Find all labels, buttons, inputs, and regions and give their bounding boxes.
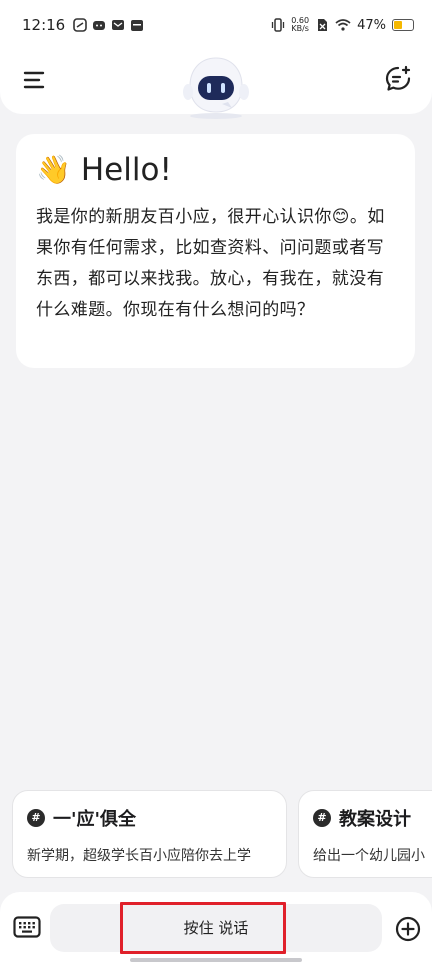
network-speed-unit: KB/s: [291, 24, 309, 33]
suggestion-title: # 教案设计: [313, 805, 432, 831]
mail-icon: [112, 20, 125, 30]
suggestion-title-text: 一'应'俱全: [53, 809, 137, 830]
greeting-message: 我是你的新朋友百小应，很开心认识你😊。如果你有任何需求，比如查资料、问问题或者写…: [36, 207, 385, 320]
greeting-title: 👋 Hello!: [36, 150, 397, 190]
wifi-icon: [335, 19, 351, 31]
greeting-heading: Hello!: [80, 152, 172, 188]
battery-percent: 47%: [357, 17, 386, 33]
home-indicator: [130, 958, 302, 962]
link-app-icon: [73, 18, 88, 32]
new-chat-icon[interactable]: [384, 65, 412, 93]
battery-icon: [392, 19, 414, 31]
greeting-card: 👋 Hello! 我是你的新朋友百小应，很开心认识你😊。如果你有任何需求，比如查…: [16, 134, 415, 368]
battery-level-fill: [394, 21, 402, 29]
notification-icons: [73, 18, 144, 32]
plus-circle-icon[interactable]: [395, 916, 421, 942]
calendar-icon: [131, 20, 144, 31]
keyboard-icon[interactable]: [13, 915, 41, 939]
hamburger-menu-icon[interactable]: [22, 67, 48, 93]
suggestion-card[interactable]: # 教案设计 给出一个幼儿园小: [298, 790, 432, 878]
no-sim-icon: [318, 19, 328, 31]
suggestion-description: 新学期，超级学长百小应陪你去上学: [27, 848, 251, 864]
app-screen: 12:16 0.60 KB/s 47% 👋 Hello! 我是你的新朋友百小应，…: [0, 0, 432, 964]
suggestion-title: # 一'应'俱全: [27, 805, 272, 831]
app-header: [0, 50, 432, 119]
status-bar: 12:16 0.60 KB/s 47%: [0, 0, 432, 50]
robot-mascot-icon: [183, 57, 249, 119]
vibrate-icon: [272, 18, 285, 32]
suggestion-description: 给出一个幼儿园小: [313, 848, 425, 864]
network-speed: 0.60 KB/s: [291, 17, 309, 33]
suggestion-carousel[interactable]: # 一'应'俱全 新学期，超级学长百小应陪你去上学 # 教案设计 给出一个幼儿园…: [12, 790, 432, 878]
bilibili-icon: [93, 21, 106, 30]
system-status: 0.60 KB/s 47%: [271, 17, 414, 33]
highlight-box: [120, 902, 286, 954]
hashtag-icon: #: [313, 809, 331, 827]
waving-hand-icon: 👋: [36, 153, 71, 186]
suggestion-title-text: 教案设计: [339, 809, 411, 830]
status-time: 12:16: [22, 16, 66, 34]
hashtag-icon: #: [27, 809, 45, 827]
suggestion-card[interactable]: # 一'应'俱全 新学期，超级学长百小应陪你去上学: [12, 790, 287, 878]
